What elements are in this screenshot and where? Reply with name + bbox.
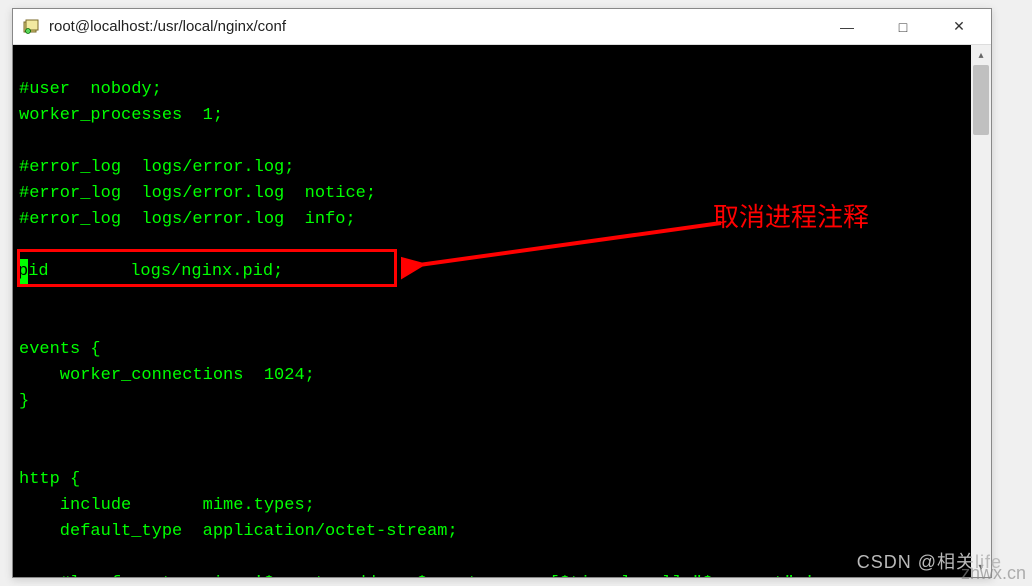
close-button[interactable]: ✕ xyxy=(931,9,987,44)
window-title: root@localhost:/usr/local/nginx/conf xyxy=(49,18,819,35)
terminal-area[interactable]: #user nobody; worker_processes 1; #error… xyxy=(13,45,991,577)
scroll-track[interactable] xyxy=(971,65,991,557)
maximize-button[interactable]: □ xyxy=(875,9,931,44)
window-controls: — □ ✕ xyxy=(819,9,987,44)
titlebar: root@localhost:/usr/local/nginx/conf — □… xyxy=(13,9,991,45)
scroll-up-button[interactable]: ▴ xyxy=(971,45,991,65)
scrollbar[interactable]: ▴ ▾ xyxy=(971,45,991,577)
watermark-site: znwx.cn xyxy=(961,563,1026,584)
terminal-window: root@localhost:/usr/local/nginx/conf — □… xyxy=(12,8,992,578)
app-icon xyxy=(21,17,41,37)
terminal-content: #user nobody; worker_processes 1; #error… xyxy=(13,45,991,577)
scroll-thumb[interactable] xyxy=(973,65,989,135)
minimize-button[interactable]: — xyxy=(819,9,875,44)
cursor: p xyxy=(18,259,28,285)
